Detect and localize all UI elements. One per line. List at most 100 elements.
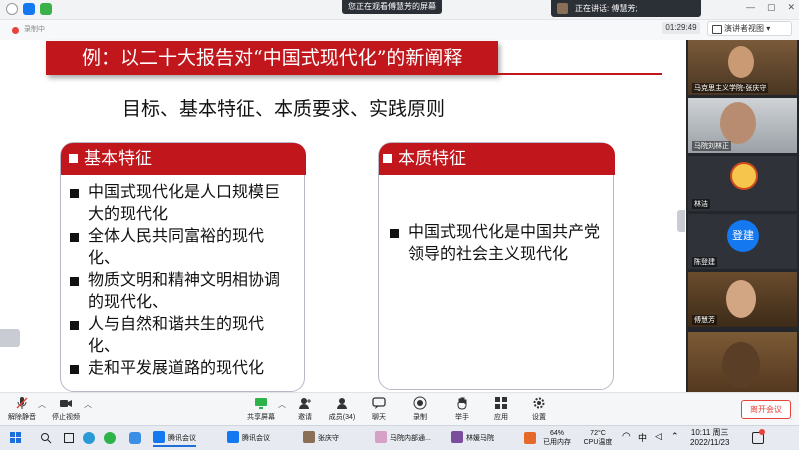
participant-name: 陈登建 [692,257,717,267]
contact-avatar-icon [303,431,315,443]
participant-tile[interactable]: 林洁 [688,156,797,211]
record-label: 录制中 [24,26,45,33]
invite-icon [299,398,311,409]
side-toggle-tab[interactable] [0,329,20,347]
shield-icon[interactable] [23,3,35,15]
record-icon [413,396,427,410]
chevron-up-icon[interactable]: ︿ [84,399,92,410]
hand-icon [457,397,467,410]
apps-icon [495,397,507,409]
slide-title: 例：以二十大报告对“中国式现代化”的新阐释 [46,41,498,75]
panel-collapse-tab[interactable] [677,210,685,232]
essential-features-list: 中国式现代化是中国共产党领导的社会主义现代化 [386,222,606,266]
bullet-square-icon [383,154,392,163]
taskbar-item[interactable]: 腾讯会议 [227,430,270,447]
memory-usage: 64% 已用内存 [543,430,571,446]
tencent-meeting-icon [227,431,239,443]
speaking-text: 正在讲话: 傅慧芳; [575,4,638,13]
speaking-indicator: 正在讲话: 傅慧芳; [551,0,701,17]
shared-screen: 例：以二十大报告对“中国式现代化”的新阐释 目标、基本特征、本质要求、实践原则 … [0,40,684,392]
participant-name: 林洁 [692,199,710,209]
window-controls: — ▢ ✕ [746,2,795,13]
participants-panel: 马克思主义学院-张庆守 马院刘林正 林洁 登建 陈登建 傅慧芳 [686,40,799,392]
basic-features-header: 基本特征 [61,143,306,175]
maximize-button[interactable]: ▢ [767,2,776,13]
meeting-timer: 01:29:49 [662,22,700,34]
edge-icon[interactable] [83,432,95,444]
minimize-button[interactable]: — [746,2,755,13]
participant-tile[interactable]: 马院刘林正 [688,98,797,153]
meeting-toolbar: 解除静音 ︿ 停止视频 ︿ 共享屏幕 ︿ 邀请 成员(34) 聊天 录制 举手 … [0,392,799,425]
status-icons [6,3,52,15]
chat-button[interactable]: 聊天 [357,396,401,422]
participant-avatar: 登建 [727,220,759,252]
speaker-view-button[interactable]: 演讲者视图 ▾ [707,21,792,36]
record-dot-icon [12,27,19,34]
participant-video [726,280,756,318]
taskbar-item[interactable]: 张庆守 [303,430,339,447]
windows-start-icon[interactable] [10,432,22,444]
notification-badge [759,429,765,435]
list-item: 物质文明和精神文明相协调的现代化、 [66,270,292,314]
search-icon[interactable] [40,432,52,444]
camera-icon [60,400,72,407]
share-screen-icon [255,398,267,409]
participant-name: 傅慧芳 [692,315,717,325]
participant-video [722,342,760,388]
viewing-banner: 您正在观看傅慧芳的屏幕 [342,0,442,14]
tiger-avatar-icon [730,162,758,190]
participant-tile[interactable]: 傅慧芳 [688,272,797,327]
title-rule [46,73,662,75]
participant-tile[interactable] [688,332,797,392]
essential-features-box: 本质特征 [378,142,615,390]
gear-icon [533,397,545,409]
participant-name: 马院刘林正 [692,141,731,151]
participant-tile[interactable]: 马克思主义学院-张庆守 [688,40,797,95]
language-icon[interactable]: 中 [638,431,647,444]
cpu-temperature: 72°C CPU温度 [583,430,613,446]
basic-features-list: 中国式现代化是人口规模巨大的现代化 全体人民共同富裕的现代化、 物质文明和精神文… [66,182,292,380]
list-item: 人与自然和谐共生的现代化、 [66,314,292,358]
leave-meeting-button[interactable]: 离开会议 [741,400,791,419]
slide-subtitle: 目标、基本特征、本质要求、实践原则 [122,99,446,120]
bullet-icon [70,277,79,286]
volume-icon[interactable]: ◁ [655,431,662,442]
taskbar-item[interactable]: 林媛马院 [451,430,494,447]
participant-video [728,46,754,78]
meeting-window: 您正在观看傅慧芳的屏幕 正在讲话: 傅慧芳; — ▢ ✕ 录制中 01:29:4… [0,0,799,450]
microphone-off-icon [16,397,28,409]
os-taskbar: 腾讯会议 腾讯会议 张庆守 马院内部通... 林媛马院 64% 已用内存 72°… [0,425,799,450]
participant-tile[interactable]: 登建 陈登建 [688,214,797,269]
close-button[interactable]: ✕ [787,2,795,13]
settings-button[interactable]: 设置 [517,396,561,422]
info-icon[interactable] [6,3,18,15]
share-screen-button[interactable]: 共享屏幕 [239,396,283,422]
participant-video [720,102,756,144]
tencent-meeting-icon [153,431,165,443]
browser-icon[interactable] [129,432,141,444]
speaker-avatar [557,3,568,14]
bullet-square-icon [69,154,78,163]
wechat-icon[interactable] [104,432,116,444]
input-method-icon[interactable] [524,432,536,444]
members-icon [337,398,347,409]
taskbar-item[interactable]: 腾讯会议 [153,430,196,447]
task-view-icon[interactable] [64,433,74,443]
list-item: 中国式现代化是中国共产党领导的社会主义现代化 [386,222,606,266]
contact-avatar-icon [451,431,463,443]
record-button[interactable]: 录制 [398,396,442,422]
bullet-icon [390,229,399,238]
essential-features-header: 本质特征 [379,143,615,175]
taskbar-item[interactable]: 马院内部通... [375,430,431,447]
group-chat-icon [375,431,387,443]
system-clock[interactable]: 10:11 周三 2022/11/23 [690,428,729,448]
tray-overflow-icon[interactable]: ⌃ [671,431,679,442]
raise-hand-button[interactable]: 举手 [440,396,484,422]
signal-icon[interactable] [40,3,52,15]
wifi-icon[interactable]: ◠ [622,431,631,442]
video-button[interactable]: 停止视频 [44,396,88,422]
participant-name: 马克思主义学院-张庆守 [692,83,769,93]
list-item: 全体人民共同富裕的现代化、 [66,226,292,270]
bullet-icon [70,189,79,198]
top-bar: 您正在观看傅慧芳的屏幕 正在讲话: 傅慧芳; — ▢ ✕ [0,0,799,20]
